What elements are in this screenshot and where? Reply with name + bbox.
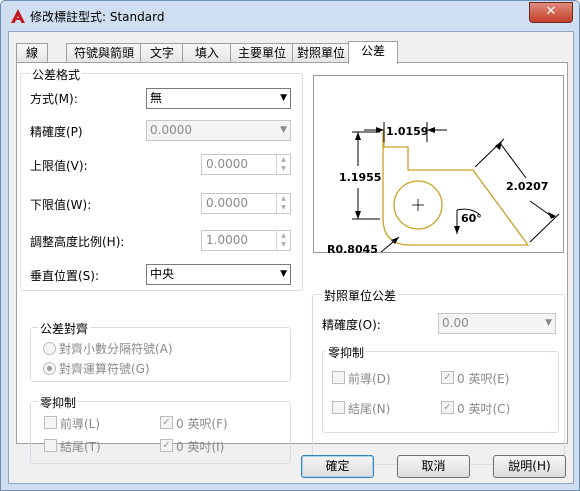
trailing-checkbox[interactable] xyxy=(44,439,57,452)
dialog-window: 修改標註型式: Standard ✕ 線 符號與箭頭 文字 填入 主要單位 對照… xyxy=(0,0,580,491)
tab-fit[interactable]: 填入 xyxy=(182,43,232,63)
upper-value-input[interactable]: 0.0000 ▲ ▼ xyxy=(201,154,291,175)
feet-label[interactable]: 0 英呎(F) xyxy=(176,415,228,432)
alt-leading-label[interactable]: 前導(D) xyxy=(348,370,391,387)
chevron-down-icon: ▼ xyxy=(545,318,552,328)
precision-select[interactable]: 0.0000 ▼ xyxy=(146,120,291,141)
dialog-client: 線 符號與箭頭 文字 填入 主要單位 對照單位 公差 公差格式 方式(M): 無… xyxy=(8,31,574,484)
preview-dim-right: 2.0207 xyxy=(506,180,549,193)
height-scale-text: 1.0000 xyxy=(206,233,248,247)
alt-precision-select[interactable]: 0.00 ▼ xyxy=(438,313,556,334)
vertical-position-select[interactable]: 中央 ▼ xyxy=(146,264,291,285)
tab-panel: 公差格式 方式(M): 無 ▼ 精確度(P) 0.0000 ▼ 上限值(V): … xyxy=(16,62,568,465)
alt-trailing-checkbox[interactable] xyxy=(332,401,345,414)
tab-lines[interactable]: 線 xyxy=(16,43,48,63)
vertical-position-label: 垂直位置(S): xyxy=(30,269,100,283)
preview-dim-top: 1.0159 xyxy=(386,125,429,138)
align-operator-radio[interactable] xyxy=(43,362,56,375)
alt-inches-label[interactable]: 0 英吋(C) xyxy=(457,400,510,417)
feet-checkbox[interactable]: ✓ xyxy=(160,416,173,429)
preview-drawing xyxy=(352,122,560,259)
method-label: 方式(M): xyxy=(30,92,78,106)
alt-precision-label: 精確度(O): xyxy=(322,318,381,332)
title-bar[interactable]: 修改標註型式: Standard ✕ xyxy=(1,1,579,31)
dimension-preview: 1.0159 1.1955 2.0207 60° R0.8045 xyxy=(313,75,564,259)
zero-suppression-title: 零抑制 xyxy=(38,394,79,411)
alt-inches-checkbox[interactable]: ✓ xyxy=(441,401,454,414)
close-button[interactable]: ✕ xyxy=(529,2,573,23)
precision-select-value: 0.0000 xyxy=(150,123,192,137)
chevron-down-icon: ▼ xyxy=(280,125,287,135)
method-select[interactable]: 無 ▼ xyxy=(146,88,291,109)
inches-checkbox[interactable]: ✓ xyxy=(160,439,173,452)
alt-leading-checkbox[interactable] xyxy=(332,371,345,384)
ok-button[interactable]: 確定 xyxy=(301,455,374,478)
alt-precision-value: 0.00 xyxy=(442,316,469,330)
alt-zero-suppression-group xyxy=(322,351,559,433)
alt-trailing-label[interactable]: 結尾(N) xyxy=(348,400,390,417)
alt-feet-label[interactable]: 0 英呎(E) xyxy=(457,370,509,387)
inches-label[interactable]: 0 英吋(I) xyxy=(176,438,224,455)
height-scale-input[interactable]: 1.0000 ▲ ▼ xyxy=(201,230,291,251)
leading-label[interactable]: 前導(L) xyxy=(60,415,100,432)
tab-alternate-units[interactable]: 對照單位 xyxy=(292,43,350,63)
lower-value-input[interactable]: 0.0000 ▲ ▼ xyxy=(201,193,291,214)
preview-dim-left: 1.1955 xyxy=(339,171,382,184)
spin-arrows-icon[interactable]: ▲ ▼ xyxy=(276,155,290,174)
align-decimal-radio[interactable] xyxy=(43,342,56,355)
alternate-tolerance-title: 對照單位公差 xyxy=(322,287,399,304)
spin-arrows-icon[interactable]: ▲ ▼ xyxy=(276,194,290,213)
method-select-value: 無 xyxy=(150,91,163,105)
precision-label: 精確度(P) xyxy=(30,125,83,139)
height-scale-label: 調整高度比例(H): xyxy=(30,235,125,249)
lower-value-label: 下限值(W): xyxy=(30,198,92,212)
preview-dim-radius: R0.8045 xyxy=(327,243,378,256)
chevron-down-icon: ▼ xyxy=(280,93,287,103)
preview-dim-angle: 60° xyxy=(461,212,482,225)
alt-zero-suppression-title: 零抑制 xyxy=(326,344,367,361)
align-operator-label[interactable]: 對齊運算符號(G) xyxy=(59,360,150,377)
tolerance-alignment-title: 公差對齊 xyxy=(38,320,91,337)
leading-checkbox[interactable] xyxy=(44,416,57,429)
tab-tolerances[interactable]: 公差 xyxy=(348,41,398,64)
tolerance-format-title: 公差格式 xyxy=(30,66,83,83)
lower-value-text: 0.0000 xyxy=(206,196,248,210)
align-decimal-label[interactable]: 對齊小數分隔符號(A) xyxy=(59,340,173,357)
trailing-label[interactable]: 結尾(T) xyxy=(60,438,101,455)
help-button[interactable]: 說明(H) xyxy=(493,455,566,478)
tab-primary-units[interactable]: 主要單位 xyxy=(230,43,294,63)
spin-arrows-icon[interactable]: ▲ ▼ xyxy=(276,231,290,250)
vertical-position-value: 中央 xyxy=(150,267,175,281)
window-title: 修改標註型式: Standard xyxy=(30,10,165,24)
upper-value-text: 0.0000 xyxy=(206,157,248,171)
cancel-button[interactable]: 取消 xyxy=(397,455,470,478)
alt-feet-checkbox[interactable]: ✓ xyxy=(441,371,454,384)
upper-value-label: 上限值(V): xyxy=(30,159,88,173)
chevron-down-icon: ▼ xyxy=(280,269,287,279)
autocad-icon xyxy=(10,8,26,24)
tab-text[interactable]: 文字 xyxy=(140,43,184,63)
tab-symbols-arrows[interactable]: 符號與箭頭 xyxy=(66,43,142,63)
